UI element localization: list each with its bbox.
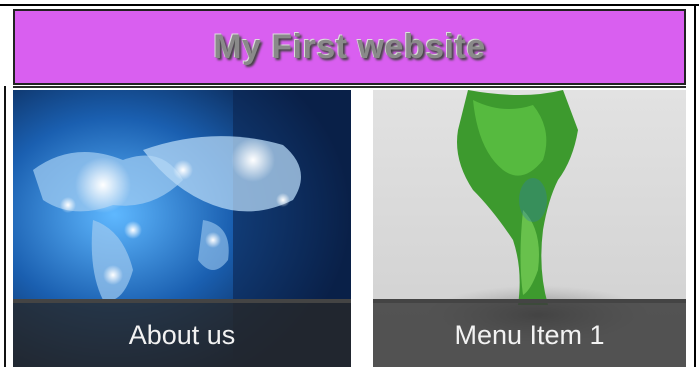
tile-about-us[interactable]: About us <box>13 90 351 367</box>
top-border-line <box>0 4 699 6</box>
site-header: My First website <box>13 9 686 85</box>
right-border-line <box>694 6 696 367</box>
tile-caption: About us <box>13 303 351 367</box>
tile-menu-item-1[interactable]: Menu Item 1 <box>373 90 686 367</box>
header-divider <box>13 86 686 88</box>
site-title: My First website <box>213 27 486 66</box>
left-border-line <box>4 86 6 367</box>
tile-caption: Menu Item 1 <box>373 303 686 367</box>
